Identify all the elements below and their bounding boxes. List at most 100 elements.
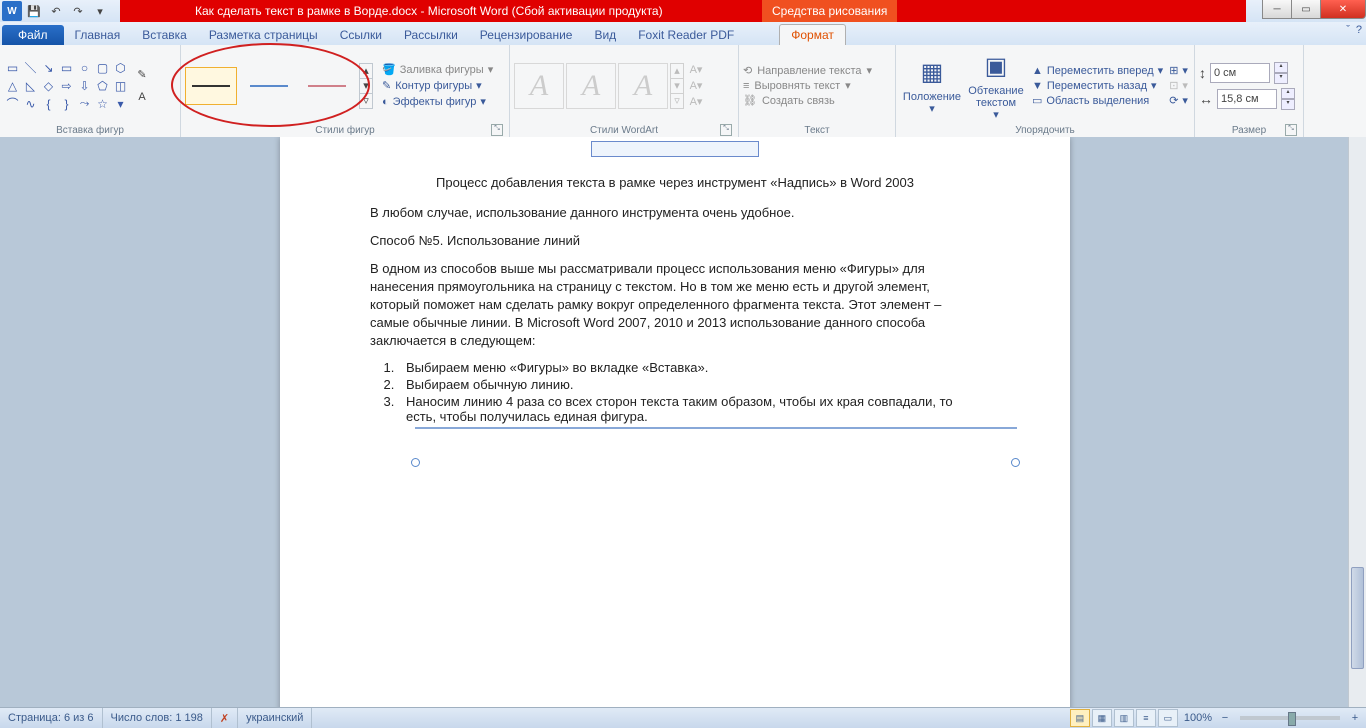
wa-gallery-down[interactable]: ▾ <box>671 79 683 94</box>
align-button[interactable]: ⊞▾ <box>1169 64 1188 77</box>
selection-pane-button[interactable]: ▭Область выделения <box>1032 94 1163 107</box>
view-draft[interactable]: ▭ <box>1158 709 1178 727</box>
tab-home[interactable]: Главная <box>64 25 132 45</box>
edit-shape-button[interactable]: ✎ <box>131 63 153 85</box>
tab-layout[interactable]: Разметка страницы <box>198 25 329 45</box>
shape-arc[interactable]: ⌒ <box>4 95 21 112</box>
shape-curve[interactable]: ∿ <box>22 95 39 112</box>
style-swatch-1[interactable] <box>185 67 237 105</box>
tab-references[interactable]: Ссылки <box>329 25 393 45</box>
selection-handle-left[interactable] <box>411 458 420 467</box>
status-language[interactable]: украинский <box>238 708 312 728</box>
help-icon[interactable]: ? <box>1356 24 1362 36</box>
height-up[interactable]: ▴ <box>1274 62 1288 73</box>
status-page[interactable]: Страница: 6 из 6 <box>0 708 103 728</box>
status-wordcount[interactable]: Число слов: 1 198 <box>103 708 212 728</box>
align-text-button[interactable]: ≡Выровнять текст ▾ <box>743 79 872 92</box>
wordart-swatch-3[interactable]: A <box>618 63 668 109</box>
close-button[interactable]: ✕ <box>1320 0 1366 19</box>
bring-forward-button[interactable]: ▲Переместить вперед ▾ <box>1032 64 1163 77</box>
gallery-more[interactable]: ▿ <box>360 94 372 108</box>
width-up[interactable]: ▴ <box>1281 88 1295 99</box>
shape-hexagon[interactable]: ⬡ <box>112 59 129 76</box>
shape-outline-button[interactable]: ✎Контур фигуры ▾ <box>379 78 496 93</box>
shape-bracket2[interactable]: } <box>58 95 75 112</box>
style-swatch-3[interactable] <box>301 67 353 105</box>
zoom-level[interactable]: 100% <box>1184 712 1212 724</box>
height-input[interactable]: 0 см <box>1210 63 1270 83</box>
tab-file[interactable]: Файл <box>2 25 64 45</box>
shape-effects-button[interactable]: ◐Эффекты фигур ▾ <box>379 94 496 109</box>
wa-gallery-up[interactable]: ▴ <box>671 64 683 79</box>
tab-mailings[interactable]: Рассылки <box>393 25 469 45</box>
width-down[interactable]: ▾ <box>1281 99 1295 110</box>
shapes-gallery[interactable]: ▭ ＼ ↘ ▭ ○ ▢ ⬡ △ ◺ ◇ ⇨ ⇩ ⬠ ◫ ⌒ ∿ { } ⤳ ☆ <box>4 59 129 112</box>
shape-rarrow[interactable]: ⇨ <box>58 77 75 94</box>
width-input[interactable]: 15,8 см <box>1217 89 1277 109</box>
tab-format[interactable]: Формат <box>779 24 846 45</box>
style-swatch-2[interactable] <box>243 67 295 105</box>
tab-foxit[interactable]: Foxit Reader PDF <box>627 25 745 45</box>
wa-gallery-more[interactable]: ▿ <box>671 94 683 108</box>
shape-pentagon[interactable]: ⬠ <box>94 77 111 94</box>
shape-rect[interactable]: ▭ <box>58 59 75 76</box>
shape-oval[interactable]: ○ <box>76 59 93 76</box>
selection-handle-right[interactable] <box>1011 458 1020 467</box>
zoom-slider-thumb[interactable] <box>1288 712 1296 726</box>
word-icon[interactable]: W <box>2 1 22 21</box>
shape-star[interactable]: ☆ <box>94 95 111 112</box>
shape-triangle[interactable]: △ <box>4 77 21 94</box>
shape-styles-gallery[interactable]: ▴ ▾ ▿ <box>185 63 373 109</box>
shape-more[interactable]: ▾ <box>112 95 129 112</box>
save-button[interactable]: 💾 <box>24 1 44 21</box>
text-outline-button[interactable]: A▾ <box>688 79 704 93</box>
text-direction-button[interactable]: ⟲Направление текста ▾ <box>743 64 872 77</box>
shape-fill-button[interactable]: 🪣Заливка фигуры ▾ <box>379 62 496 77</box>
shape-roundrect[interactable]: ▢ <box>94 59 111 76</box>
selected-shape-line[interactable] <box>415 427 1017 429</box>
shape-bracket[interactable]: { <box>40 95 57 112</box>
document-area[interactable]: Процесс добавления текста в рамке через … <box>0 137 1366 708</box>
shapestyles-dialog-launcher[interactable]: ⤡ <box>491 124 503 136</box>
shape-cube[interactable]: ◫ <box>112 77 129 94</box>
text-fill-button[interactable]: A▾ <box>688 63 704 77</box>
position-button[interactable]: ▦Положение▾ <box>900 55 964 117</box>
gallery-down[interactable]: ▾ <box>360 79 372 94</box>
view-outline[interactable]: ≡ <box>1136 709 1156 727</box>
create-link-button[interactable]: ⛓Создать связь <box>743 94 872 107</box>
view-full-screen[interactable]: ▦ <box>1092 709 1112 727</box>
zoom-slider[interactable] <box>1240 716 1340 720</box>
size-dialog-launcher[interactable]: ⤡ <box>1285 124 1297 136</box>
height-down[interactable]: ▾ <box>1274 73 1288 84</box>
qat-customize[interactable]: ▾ <box>90 1 110 21</box>
status-proofing[interactable]: ✗ <box>212 708 238 728</box>
scrollbar-thumb[interactable] <box>1351 567 1364 669</box>
minimize-button[interactable]: ─ <box>1262 0 1292 19</box>
shape-arrow[interactable]: ↘ <box>40 59 57 76</box>
undo-button[interactable]: ↶ <box>46 1 66 21</box>
text-effects-button[interactable]: A▾ <box>688 95 704 109</box>
shape-rtriangle[interactable]: ◺ <box>22 77 39 94</box>
tab-review[interactable]: Рецензирование <box>469 25 584 45</box>
group-button[interactable]: ⊡▾ <box>1169 79 1188 92</box>
redo-button[interactable]: ↷ <box>68 1 88 21</box>
shape-darrow[interactable]: ⇩ <box>76 77 93 94</box>
zoom-in-button[interactable]: + <box>1348 712 1362 724</box>
tab-insert[interactable]: Вставка <box>131 25 198 45</box>
shape-connector[interactable]: ⤳ <box>76 95 93 112</box>
send-backward-button[interactable]: ▼Переместить назад ▾ <box>1032 79 1163 92</box>
rotate-button[interactable]: ⟳▾ <box>1169 94 1188 107</box>
wordart-swatch-2[interactable]: A <box>566 63 616 109</box>
ribbon-minimize-icon[interactable]: ˇ <box>1346 24 1350 36</box>
wrap-text-button[interactable]: ▣Обтекание текстом▾ <box>964 49 1028 123</box>
draw-textbox-button[interactable]: A <box>131 86 153 108</box>
shape-line[interactable]: ＼ <box>22 59 39 76</box>
shape-diamond[interactable]: ◇ <box>40 77 57 94</box>
zoom-out-button[interactable]: − <box>1218 712 1232 724</box>
tab-view[interactable]: Вид <box>583 25 627 45</box>
view-print-layout[interactable]: ▤ <box>1070 709 1090 727</box>
shape-textbox[interactable]: ▭ <box>4 59 21 76</box>
wordart-dialog-launcher[interactable]: ⤡ <box>720 124 732 136</box>
maximize-button[interactable]: ▭ <box>1291 0 1321 19</box>
gallery-up[interactable]: ▴ <box>360 64 372 79</box>
